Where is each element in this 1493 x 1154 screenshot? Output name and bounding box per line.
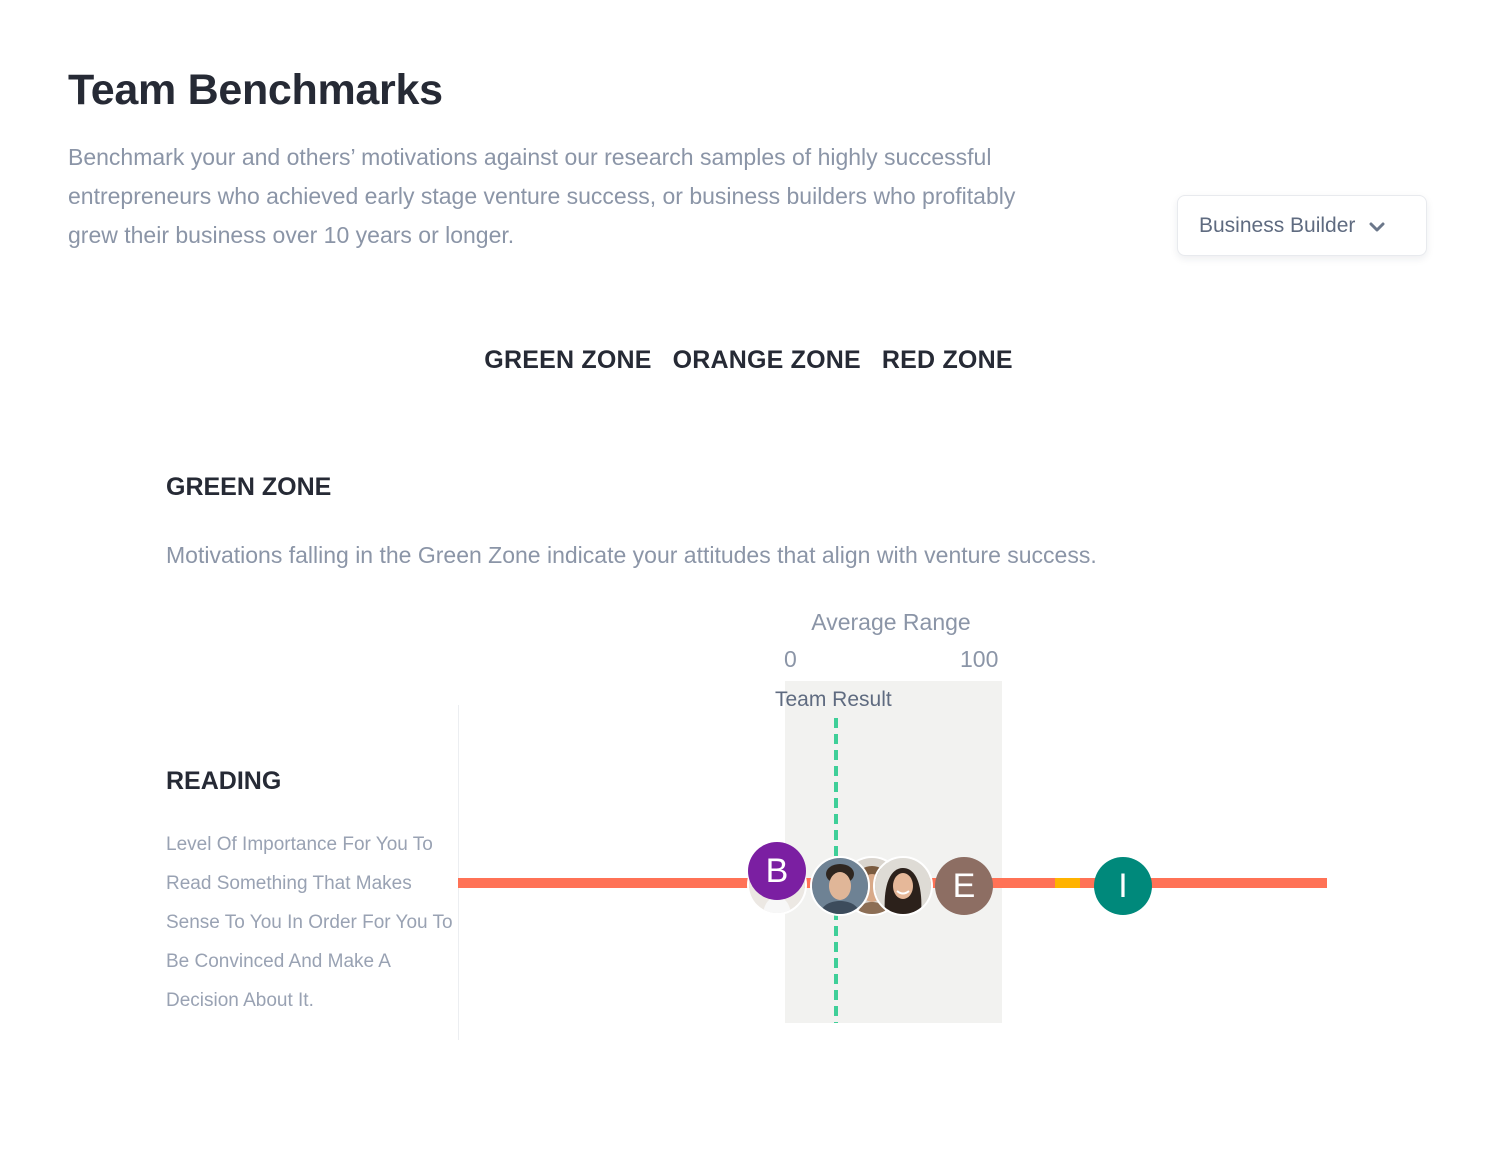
member-initial: B: [765, 851, 789, 890]
average-range-max: 100: [960, 646, 999, 672]
page-description: Benchmark your and others’ motivations a…: [68, 144, 1016, 248]
metric-divider: [458, 705, 459, 1040]
tab-red-zone[interactable]: RED ZONE: [882, 346, 1013, 375]
benchmark-select-value: Business Builder: [1199, 213, 1356, 237]
tab-green-zone[interactable]: GREEN ZONE: [484, 346, 651, 375]
benchmark-select[interactable]: Business Builder: [1177, 195, 1427, 256]
person-photo-icon: [812, 858, 868, 914]
member-avatar-e[interactable]: E: [935, 857, 993, 915]
member-avatar-i[interactable]: I: [1094, 857, 1152, 915]
member-initial: I: [1118, 866, 1128, 905]
chevron-down-icon: [1369, 220, 1385, 232]
metric-title: READING: [166, 767, 282, 795]
metric-description: Level Of Importance For You To Read Some…: [166, 834, 453, 1011]
average-range-band: [785, 681, 1002, 1023]
member-avatar-b[interactable]: B: [748, 842, 806, 900]
tab-orange-zone[interactable]: ORANGE ZONE: [673, 346, 861, 375]
section-description: Motivations falling in the Green Zone in…: [166, 542, 1097, 568]
zone-tabs: GREEN ZONE ORANGE ZONE RED ZONE: [0, 346, 1493, 375]
page-title: Team Benchmarks: [68, 66, 443, 114]
member-avatar-photo-4[interactable]: [873, 856, 933, 916]
section-title: GREEN ZONE: [166, 473, 332, 501]
member-initial: E: [952, 866, 976, 905]
team-result-label: Team Result: [775, 688, 892, 711]
person-photo-icon: [875, 858, 931, 914]
score-track-highlight: [1055, 878, 1080, 888]
average-range-title: Average Range: [811, 609, 971, 635]
member-avatar-photo-3[interactable]: [810, 856, 870, 916]
average-range-min: 0: [784, 646, 797, 672]
